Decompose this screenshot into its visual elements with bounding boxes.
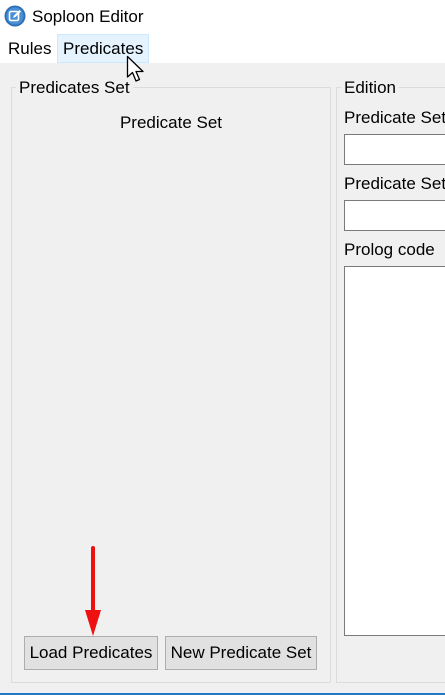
predicate-set-input-1[interactable] [344, 134, 445, 165]
main-content: Predicates Set Predicate Set Load Predic… [0, 63, 445, 693]
mouse-cursor-icon [126, 55, 144, 82]
prolog-code-textarea[interactable] [344, 266, 445, 636]
predicate-set-label-2: Predicate Set [344, 174, 445, 193]
title-bar: Soploon Editor [0, 0, 445, 34]
annotation-arrow-icon [85, 546, 101, 636]
predicates-set-group-title: Predicates Set [16, 78, 133, 98]
menu-bar: Rules Predicates [0, 34, 445, 63]
predicate-set-input-2[interactable] [344, 200, 445, 231]
prolog-code-label: Prolog code [344, 240, 435, 259]
predicate-set-list-header: Predicate Set [119, 113, 223, 132]
menu-rules[interactable]: Rules [2, 34, 57, 63]
window-title: Soploon Editor [32, 7, 144, 26]
edition-group-title: Edition [341, 78, 399, 98]
load-predicates-button[interactable]: Load Predicates [24, 636, 158, 670]
predicate-set-label-1: Predicate Set [344, 108, 445, 127]
predicates-set-group [11, 87, 331, 683]
edit-icon [4, 5, 26, 27]
new-predicate-set-button[interactable]: New Predicate Set [165, 636, 317, 670]
